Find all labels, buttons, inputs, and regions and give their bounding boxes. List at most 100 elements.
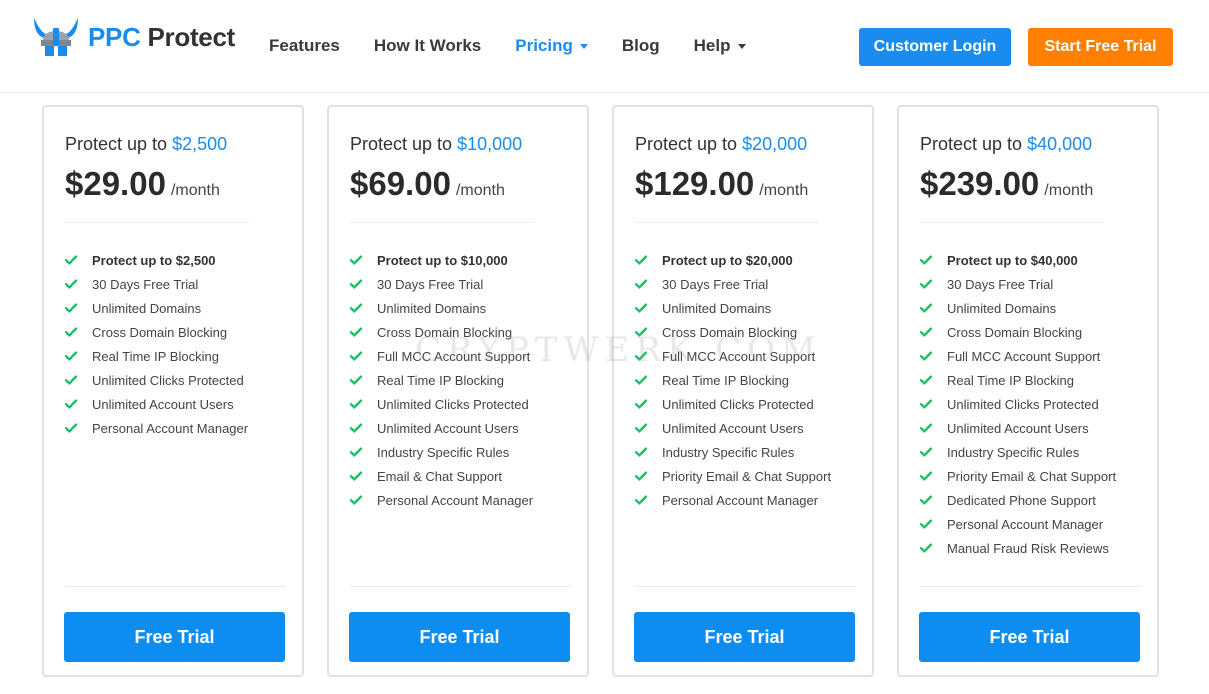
- checkmark-icon: [350, 255, 364, 265]
- checkmark-icon: [635, 303, 649, 313]
- customer-login-button[interactable]: Customer Login: [859, 28, 1011, 66]
- nav-item-label: Features: [269, 36, 340, 55]
- feature-item: Personal Account Manager: [65, 416, 248, 440]
- checkmark-icon: [65, 375, 79, 385]
- feature-item: Personal Account Manager: [635, 488, 831, 512]
- nav-item-help[interactable]: Help: [694, 36, 746, 56]
- plan-amount: $20,000: [742, 134, 808, 154]
- checkmark-icon: [350, 351, 364, 361]
- feature-label: Personal Account Manager: [92, 420, 249, 436]
- feature-item: Unlimited Domains: [920, 296, 1116, 320]
- price-period: /month: [759, 182, 809, 199]
- pricing-card: Protect up to $40,000 $239.00/month Protec…: [897, 105, 1159, 677]
- checkmark-icon: [920, 519, 934, 529]
- feature-item: Unlimited Clicks Protected: [65, 368, 248, 392]
- checkmark-icon: [920, 447, 934, 457]
- feature-label: Industry Specific Rules: [662, 444, 795, 460]
- divider: [65, 586, 286, 587]
- feature-label: Protect up to $40,000: [947, 252, 1078, 268]
- caret-down-icon: [579, 43, 588, 49]
- feature-label: Unlimited Account Users: [947, 420, 1089, 436]
- feature-label: Industry Specific Rules: [947, 444, 1080, 460]
- feature-label: Protect up to $10,000: [377, 252, 508, 268]
- feature-label: 30 Days Free Trial: [92, 276, 199, 292]
- feature-label: Protect up to $20,000: [662, 252, 793, 268]
- feature-list: Protect up to $10,000 30 Days Free Trial U…: [350, 248, 533, 512]
- feature-item: Unlimited Domains: [635, 296, 831, 320]
- logo-ppc: PPC: [88, 21, 141, 52]
- site-header: PPC Protect Features How It Works Pricing B…: [0, 0, 1209, 93]
- free-trial-button[interactable]: Free Trial: [349, 612, 570, 662]
- caret-down-icon: [737, 43, 746, 49]
- feature-item: Real Time IP Blocking: [635, 368, 831, 392]
- pricing-card: Protect up to $2,500 $29.00/month Protect …: [42, 105, 304, 677]
- logo[interactable]: PPC Protect: [32, 16, 235, 58]
- nav-item-pricing[interactable]: Pricing: [515, 36, 588, 56]
- feature-label: Unlimited Account Users: [377, 420, 519, 436]
- checkmark-icon: [920, 303, 934, 313]
- feature-item: Unlimited Account Users: [65, 392, 248, 416]
- feature-item: Cross Domain Blocking: [920, 320, 1116, 344]
- checkmark-icon: [920, 375, 934, 385]
- feature-label: Unlimited Account Users: [662, 420, 804, 436]
- price-value: $29.00: [65, 165, 166, 202]
- checkmark-icon: [635, 471, 649, 481]
- viking-helmet-icon: [32, 16, 80, 58]
- nav-item-features[interactable]: Features: [269, 36, 340, 56]
- feature-item: Priority Email & Chat Support: [635, 464, 831, 488]
- free-trial-button[interactable]: Free Trial: [64, 612, 285, 662]
- feature-list: Protect up to $20,000 30 Days Free Trial U…: [635, 248, 831, 512]
- feature-item: Protect up to $2,500: [65, 248, 248, 272]
- feature-label: Cross Domain Blocking: [92, 324, 228, 340]
- feature-item: Priority Email & Chat Support: [920, 464, 1116, 488]
- feature-label: Unlimited Domains: [947, 300, 1057, 316]
- checkmark-icon: [65, 351, 79, 361]
- start-free-trial-button[interactable]: Start Free Trial: [1028, 28, 1173, 66]
- feature-item: Cross Domain Blocking: [350, 320, 533, 344]
- plan-heading: Protect up to $10,000: [350, 134, 522, 155]
- feature-label: 30 Days Free Trial: [377, 276, 484, 292]
- feature-item: Unlimited Domains: [350, 296, 533, 320]
- checkmark-icon: [65, 279, 79, 289]
- feature-item: Full MCC Account Support: [350, 344, 533, 368]
- plan-amount: $2,500: [172, 134, 228, 154]
- feature-item: Unlimited Account Users: [920, 416, 1116, 440]
- checkmark-icon: [635, 327, 649, 337]
- feature-item: Full MCC Account Support: [920, 344, 1116, 368]
- feature-item: Unlimited Clicks Protected: [350, 392, 533, 416]
- feature-item: Email & Chat Support: [350, 464, 533, 488]
- plan-heading-text: Protect up to: [635, 134, 743, 154]
- plan-amount: $10,000: [457, 134, 523, 154]
- feature-item: Personal Account Manager: [350, 488, 533, 512]
- price-value: $69.00: [350, 165, 451, 202]
- nav-item-blog[interactable]: Blog: [622, 36, 660, 56]
- checkmark-icon: [635, 351, 649, 361]
- feature-label: Cross Domain Blocking: [662, 324, 798, 340]
- checkmark-icon: [920, 423, 934, 433]
- free-trial-button[interactable]: Free Trial: [919, 612, 1140, 662]
- feature-label: Email & Chat Support: [377, 468, 503, 484]
- feature-list: Protect up to $40,000 30 Days Free Trial U…: [920, 248, 1116, 560]
- feature-item: Protect up to $40,000: [920, 248, 1116, 272]
- feature-item: 30 Days Free Trial: [920, 272, 1116, 296]
- checkmark-icon: [350, 303, 364, 313]
- checkmark-icon: [635, 495, 649, 505]
- feature-item: Unlimited Clicks Protected: [920, 392, 1116, 416]
- feature-label: Real Time IP Blocking: [377, 372, 504, 388]
- plan-heading-text: Protect up to: [65, 134, 173, 154]
- nav-item-how-it-works[interactable]: How It Works: [374, 36, 481, 56]
- checkmark-icon: [920, 255, 934, 265]
- plan-heading: Protect up to $2,500: [65, 134, 227, 155]
- free-trial-button[interactable]: Free Trial: [634, 612, 855, 662]
- price-period: /month: [455, 182, 505, 199]
- feature-item: Unlimited Account Users: [635, 416, 831, 440]
- checkmark-icon: [920, 351, 934, 361]
- checkmark-icon: [920, 327, 934, 337]
- plan-heading-text: Protect up to: [920, 134, 1028, 154]
- price-value: $129.00: [635, 165, 755, 202]
- feature-label: Unlimited Domains: [662, 300, 772, 316]
- checkmark-icon: [920, 495, 934, 505]
- feature-item: Dedicated Phone Support: [920, 488, 1116, 512]
- feature-label: Dedicated Phone Support: [947, 492, 1096, 508]
- checkmark-icon: [65, 255, 79, 265]
